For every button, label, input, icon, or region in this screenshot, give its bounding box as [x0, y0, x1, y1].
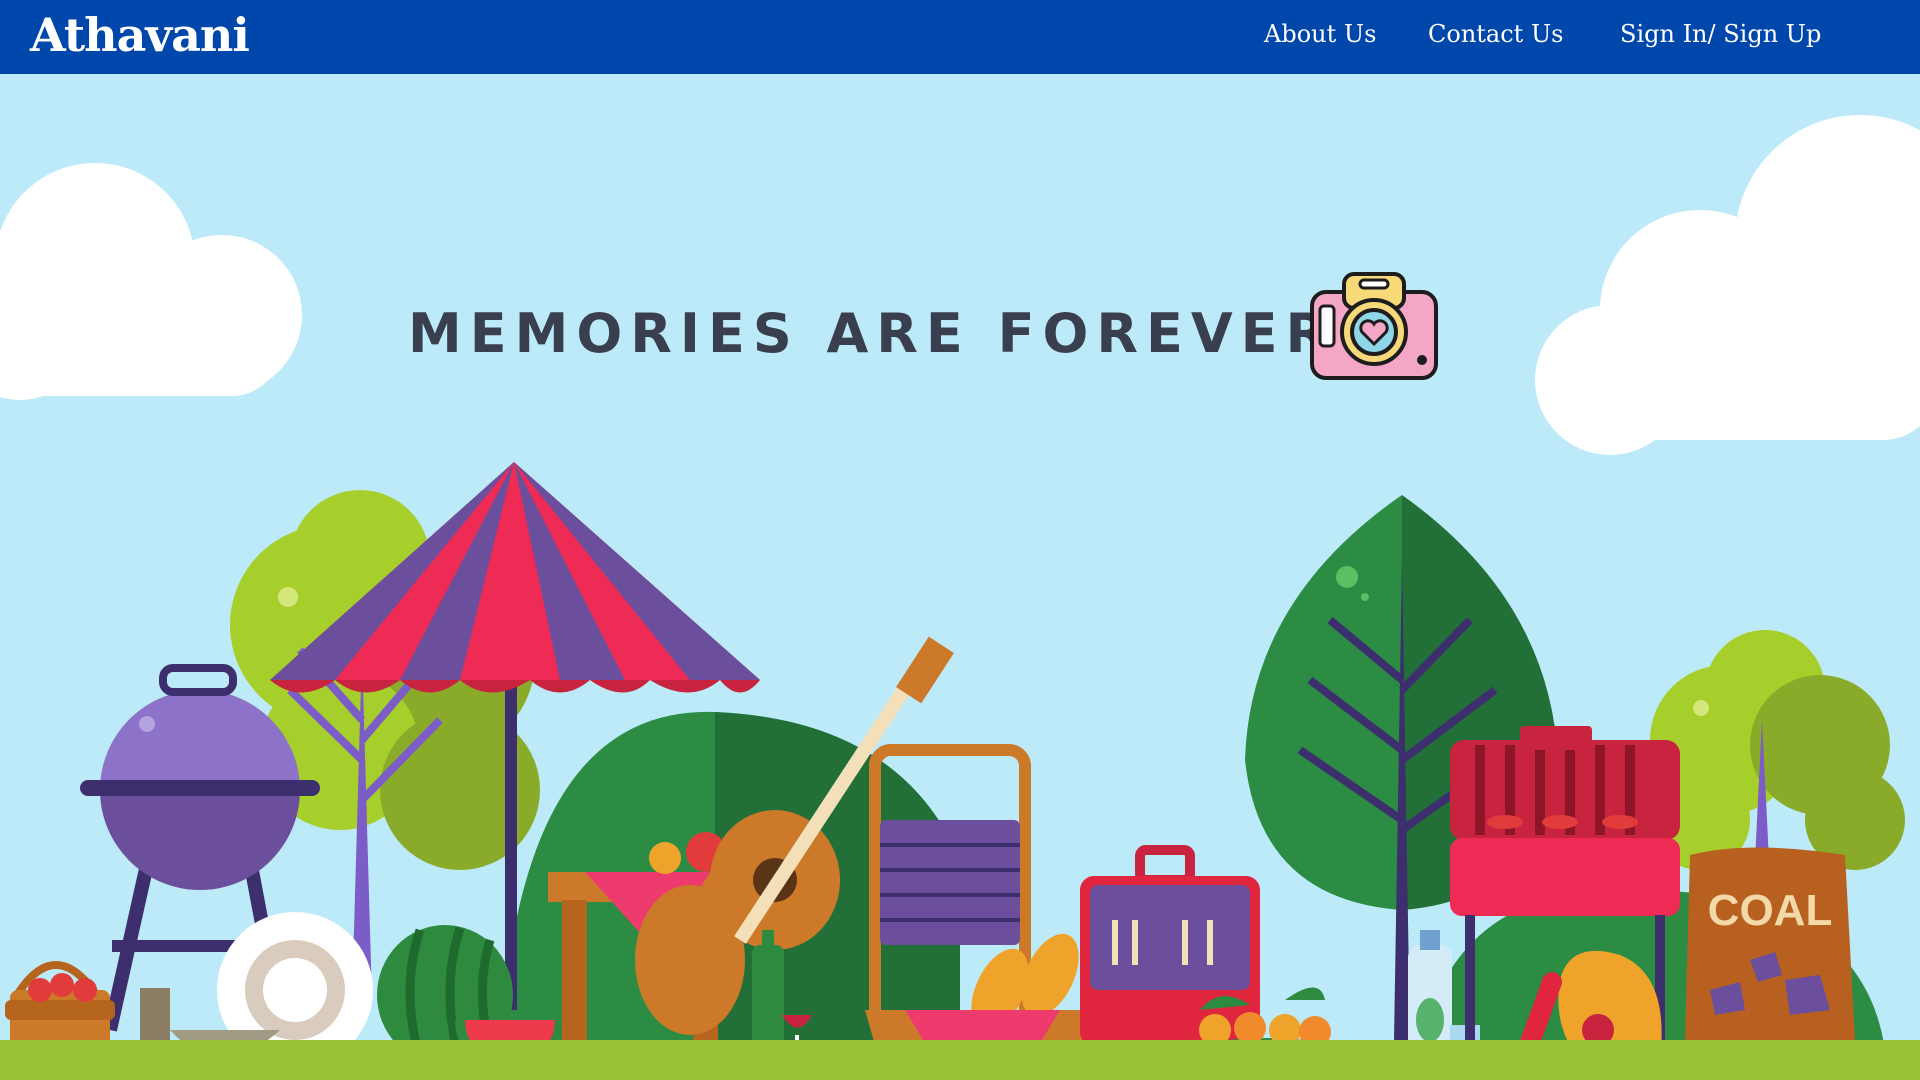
camera-heart-icon [1310, 272, 1438, 380]
top-navbar: Athavani About Us Contact Us Sign In/ Si… [0, 0, 1920, 74]
grass [0, 1040, 1920, 1080]
hero-headline: MEMORIES ARE FOREVER [408, 302, 1336, 365]
cooler [1080, 845, 1260, 1046]
nav-link-contact-us[interactable]: Contact Us [1428, 20, 1563, 48]
cloud-left [0, 163, 302, 400]
nav-link-sign-in-sign-up[interactable]: Sign In/ Sign Up [1620, 20, 1821, 48]
coal-bag: COAL [1685, 847, 1855, 1053]
picnic-illustration: COAL [0, 115, 1920, 1080]
coal-bag-label: COAL [1708, 886, 1833, 935]
cloud-right [1535, 115, 1920, 455]
tree-right [1650, 630, 1905, 870]
brand-logo-link[interactable]: Athavani [30, 8, 250, 62]
nav-link-about-us[interactable]: About Us [1264, 20, 1376, 48]
